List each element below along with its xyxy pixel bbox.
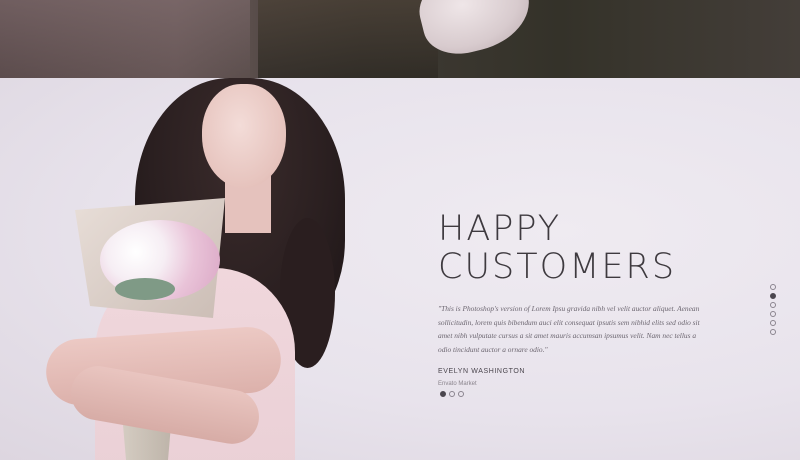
testimonial-section: HAPPY CUSTOMERS "This is Photoshop's ver… [0,78,800,460]
section-heading: HAPPY CUSTOMERS [438,210,718,286]
heading-line-2: CUSTOMERS [438,247,677,287]
section-nav-dot[interactable] [770,320,776,326]
testimonial-quote: "This is Photoshop's version of Lorem Ip… [438,304,700,354]
customer-photo [40,78,345,460]
heading-line-1: HAPPY [438,209,562,249]
top-banner-image [0,0,800,78]
photo-face [202,84,286,188]
testimonial-slider-dots [440,391,464,397]
slider-dot[interactable] [449,391,455,397]
testimonial-company: Envato Market [438,381,477,387]
slider-dot[interactable] [458,391,464,397]
slider-dot[interactable] [440,391,446,397]
section-nav-dot[interactable] [770,329,776,335]
section-nav-dots [770,284,776,335]
section-nav-dot[interactable] [770,293,776,299]
photo-bouquet-leaves [115,278,175,300]
section-nav-dot[interactable] [770,311,776,317]
banner-plant [258,0,438,78]
section-nav-dot[interactable] [770,284,776,290]
testimonial-author: EVELYN WASHINGTON [438,368,526,375]
section-nav-dot[interactable] [770,302,776,308]
banner-shade [0,0,250,78]
testimonial-block: HAPPY CUSTOMERS "This is Photoshop's ver… [438,210,718,387]
